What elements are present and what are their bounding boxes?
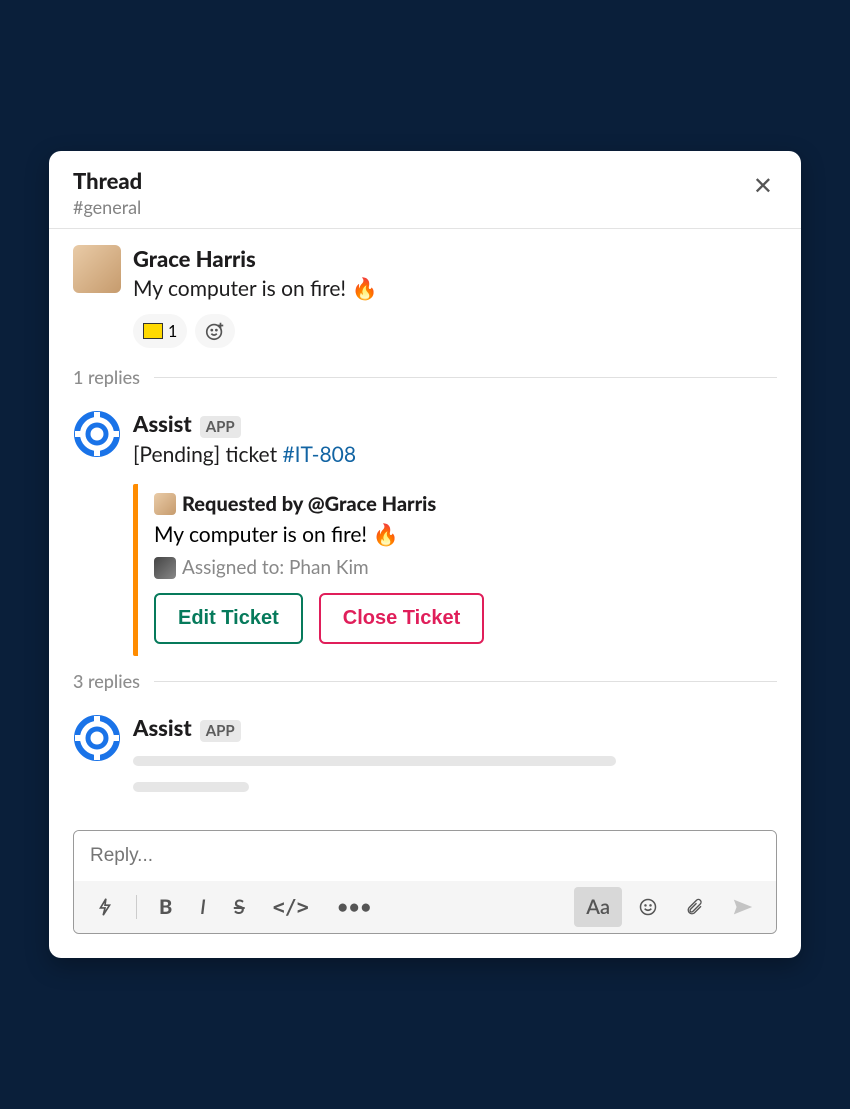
reply-composer: B I S </> ••• Aa: [73, 830, 777, 934]
assist-app-icon: [73, 410, 121, 458]
author-line: Assist APP: [133, 410, 777, 438]
app-badge: APP: [200, 416, 241, 438]
replies-count-2: 3 replies: [73, 670, 140, 692]
thread-header: Thread #general ✕: [49, 151, 801, 229]
emoji-button[interactable]: [626, 889, 670, 925]
author-name[interactable]: Assist: [133, 714, 192, 741]
ticket-buttons: Edit Ticket Close Ticket: [154, 593, 765, 644]
add-reaction-button[interactable]: [195, 314, 235, 348]
placeholder-line: [133, 756, 616, 766]
channel-name[interactable]: #general: [73, 196, 142, 218]
app-badge: APP: [200, 720, 241, 742]
text-format-toggle[interactable]: Aa: [574, 887, 622, 927]
assist-app-icon: [73, 714, 121, 762]
avatar-assist[interactable]: [73, 410, 121, 458]
reaction-count: 1: [168, 322, 177, 341]
assignee-avatar: [154, 557, 176, 579]
reaction-emoji-icon: [143, 323, 163, 339]
close-ticket-button[interactable]: Close Ticket: [319, 593, 484, 644]
strikethrough-button[interactable]: S: [222, 887, 257, 927]
toolbar-divider: [136, 895, 137, 919]
ticket-link[interactable]: #IT-808: [282, 442, 356, 467]
assigned-text: Assigned to: Phan Kim: [182, 556, 369, 579]
message-assist-1: Assist APP [Pending] ticket #IT-808: [49, 394, 801, 474]
divider-line: [154, 377, 777, 378]
ticket-status-text: [Pending] ticket: [133, 442, 282, 467]
composer-toolbar: B I S </> ••• Aa: [74, 881, 776, 933]
reaction-emoji[interactable]: 1: [133, 314, 187, 348]
attach-button[interactable]: [674, 889, 716, 925]
ticket-attachment: Requested by @Grace Harris My computer i…: [133, 484, 777, 656]
send-button[interactable]: [720, 889, 766, 925]
message-body: Grace Harris My computer is on fire! 🔥 1: [133, 245, 777, 348]
lightning-svg: [96, 897, 114, 917]
bold-button[interactable]: B: [147, 887, 184, 927]
message-body: Assist APP: [133, 714, 777, 808]
message-text: My computer is on fire! 🔥: [133, 274, 777, 304]
message-grace: Grace Harris My computer is on fire! 🔥 1: [49, 229, 801, 352]
loading-placeholder: [133, 756, 777, 792]
avatar-grace[interactable]: [73, 245, 121, 293]
smile-icon: [638, 897, 658, 917]
divider-line: [154, 681, 777, 682]
avatar-assist[interactable]: [73, 714, 121, 762]
reply-input[interactable]: [74, 831, 776, 881]
header-row: Thread #general ✕: [73, 167, 777, 218]
replies-divider-1: 1 replies: [49, 352, 801, 394]
author-line: Grace Harris: [133, 245, 777, 272]
add-reaction-icon: [204, 320, 226, 342]
lightning-icon[interactable]: [84, 889, 126, 925]
thread-panel: Thread #general ✕ Grace Harris My comput…: [49, 151, 801, 959]
italic-button[interactable]: I: [188, 887, 218, 927]
thread-title: Thread: [73, 167, 142, 194]
message-text: [Pending] ticket #IT-808: [133, 440, 777, 470]
paperclip-icon: [686, 897, 704, 917]
code-button[interactable]: </>: [261, 887, 321, 927]
attachment-header: Requested by @Grace Harris: [154, 492, 765, 516]
author-name[interactable]: Grace Harris: [133, 245, 256, 272]
replies-divider-2: 3 replies: [49, 656, 801, 698]
requested-by-text: Requested by @Grace Harris: [182, 492, 436, 516]
message-body: Assist APP [Pending] ticket #IT-808: [133, 410, 777, 470]
requester-avatar: [154, 493, 176, 515]
header-left: Thread #general: [73, 167, 142, 218]
author-line: Assist APP: [133, 714, 777, 742]
replies-count-1: 1 replies: [73, 366, 140, 388]
more-formatting-button[interactable]: •••: [325, 887, 384, 927]
message-assist-2: Assist APP: [49, 698, 801, 812]
assigned-line: Assigned to: Phan Kim: [154, 556, 765, 579]
edit-ticket-button[interactable]: Edit Ticket: [154, 593, 303, 644]
author-name[interactable]: Assist: [133, 410, 192, 437]
placeholder-line: [133, 782, 249, 792]
attachment-body: My computer is on fire! 🔥: [154, 522, 765, 548]
reactions-bar: 1: [133, 314, 777, 348]
close-icon[interactable]: ✕: [749, 167, 777, 204]
send-icon: [732, 897, 754, 917]
